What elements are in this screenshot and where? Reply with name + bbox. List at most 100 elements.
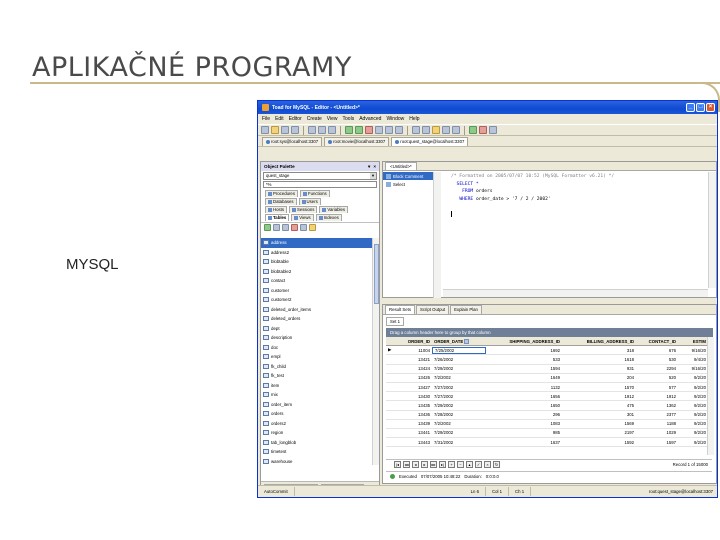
cell[interactable]: 1656: [486, 394, 562, 399]
table-item[interactable]: fk_test: [261, 371, 373, 381]
cell[interactable]: 9/2/20: [678, 385, 708, 390]
cell[interactable]: 9/2/20: [678, 412, 708, 417]
cell[interactable]: 475: [562, 403, 636, 408]
outline-item[interactable]: Block Comment: [383, 172, 440, 180]
tab-databases[interactable]: Databases: [265, 198, 297, 205]
cell[interactable]: 13439: [394, 421, 432, 426]
connection-tab[interactable]: root:movie@localhost:3307: [324, 137, 390, 146]
cell[interactable]: 7/2/2002: [432, 375, 486, 380]
cell[interactable]: 1637: [486, 440, 562, 445]
cell[interactable]: 11004: [394, 348, 432, 353]
cell[interactable]: 9/4/20: [678, 357, 708, 362]
menu-editor[interactable]: Editor: [289, 116, 302, 122]
cell[interactable]: 985: [486, 430, 562, 435]
tab-procedures[interactable]: Procedures: [265, 190, 298, 197]
cell[interactable]: 1912: [636, 394, 678, 399]
cell[interactable]: 1188: [636, 421, 678, 426]
format-icon[interactable]: [375, 126, 383, 134]
cell[interactable]: 2377: [636, 412, 678, 417]
table-item[interactable]: fk_child: [261, 362, 373, 372]
table-row[interactable]: 13427 7/27/2002 1132 1570 577 9/2/20: [386, 383, 708, 393]
table-row[interactable]: 13443 7/31/2002 1637 1592 1597 9/2/20: [386, 438, 708, 448]
tab-sessions[interactable]: Sessions: [288, 206, 318, 213]
outline-scrollbar[interactable]: [433, 172, 441, 298]
commit-icon[interactable]: [469, 126, 477, 134]
cell[interactable]: 204: [562, 375, 636, 380]
cell[interactable]: 1649: [486, 375, 562, 380]
column-header[interactable]: SHIPPING_ADDRESS_ID: [486, 339, 562, 344]
table-item[interactable]: customer: [261, 286, 373, 296]
cell[interactable]: 7/27/2002: [432, 385, 486, 390]
new-icon[interactable]: [261, 126, 269, 134]
tab-functions[interactable]: Functions: [299, 190, 330, 197]
refresh-icon[interactable]: ↻: [493, 461, 500, 468]
cell[interactable]: 520: [636, 375, 678, 380]
open-icon[interactable]: [271, 126, 279, 134]
cell[interactable]: 7/25/2002: [432, 346, 486, 354]
execute-icon[interactable]: [345, 126, 353, 134]
code-area[interactable]: /* Formatted on 2005/07/07 10:52 (MySQL …: [443, 173, 706, 297]
prev-record-icon[interactable]: ◂: [412, 461, 419, 468]
cell[interactable]: 9/16/20: [678, 366, 708, 371]
cell[interactable]: 2197: [562, 430, 636, 435]
cell[interactable]: 9/16/20: [678, 348, 708, 353]
column-header[interactable]: ORDER_DATE: [432, 338, 486, 344]
table-row[interactable]: ▶ 11004 7/25/2002 1692 318 676 9/16/20: [386, 346, 708, 356]
tab-indexes[interactable]: Indexes: [315, 214, 342, 221]
cell[interactable]: 13443: [394, 440, 432, 445]
table-row[interactable]: 13421 7/26/2002 533 1618 530 9/4/20: [386, 355, 708, 365]
grid-scrollbar[interactable]: [707, 337, 714, 455]
filter-icon[interactable]: [464, 338, 470, 344]
next-record-icon[interactable]: ▸: [421, 461, 428, 468]
tab-users[interactable]: Users: [298, 198, 321, 205]
menu-file[interactable]: File: [262, 116, 270, 122]
paste-icon[interactable]: [328, 126, 336, 134]
cell[interactable]: 7/31/2002: [432, 440, 486, 445]
scrollbar-thumb[interactable]: [374, 244, 379, 304]
cell[interactable]: 7/2/2002: [432, 421, 486, 426]
menu-create[interactable]: Create: [307, 116, 322, 122]
schema-select[interactable]: quest_stage ▾: [263, 172, 377, 180]
table-item[interactable]: doc: [261, 343, 373, 353]
tab-tables[interactable]: Tables: [265, 214, 290, 221]
table-item[interactable]: blobtable2: [261, 267, 373, 277]
cell[interactable]: 13436: [394, 412, 432, 417]
tab-explain-plan[interactable]: Explain Plan: [450, 305, 482, 314]
outline-item[interactable]: Select: [383, 180, 440, 188]
cell[interactable]: 318: [562, 348, 636, 353]
cell[interactable]: 13427: [394, 385, 432, 390]
cell[interactable]: 1132: [486, 385, 562, 390]
cell[interactable]: 1592: [562, 440, 636, 445]
table-item[interactable]: empl: [261, 352, 373, 362]
table-row[interactable]: 13426 7/2/2002 1649 204 520 9/2/20: [386, 374, 708, 383]
last-record-icon[interactable]: ▸|: [439, 461, 446, 468]
redo-icon[interactable]: [395, 126, 403, 134]
cell[interactable]: 296: [486, 412, 562, 417]
menu-edit[interactable]: Edit: [275, 116, 284, 122]
edit-record-icon[interactable]: ▴: [466, 461, 473, 468]
table-item[interactable]: dept: [261, 324, 373, 334]
table-item[interactable]: deleted_orders: [261, 314, 373, 324]
menu-view[interactable]: View: [327, 116, 338, 122]
cut-icon[interactable]: [308, 126, 316, 134]
edit-table-icon[interactable]: [282, 224, 289, 231]
table-item[interactable]: deleted_order_items: [261, 305, 373, 315]
cell[interactable]: 1569: [562, 421, 636, 426]
connection-tab[interactable]: root:sys@localhost:3307: [262, 137, 323, 146]
cell[interactable]: 533: [486, 357, 562, 362]
column-header[interactable]: ESTIM: [678, 339, 708, 344]
cell[interactable]: 1618: [562, 357, 636, 362]
table-item[interactable]: customer2: [261, 295, 373, 305]
cell[interactable]: 13424: [394, 366, 432, 371]
cell[interactable]: 1597: [636, 440, 678, 445]
autocommit-status[interactable]: AutoCommit: [258, 487, 295, 496]
table-item[interactable]: order_item: [261, 400, 373, 410]
tab-hosts[interactable]: Hosts: [265, 206, 287, 213]
column-header[interactable]: BILLING_ADDRESS_ID: [562, 339, 636, 344]
cell[interactable]: 1912: [562, 394, 636, 399]
table-item[interactable]: region: [261, 428, 373, 438]
cell[interactable]: 1570: [562, 385, 636, 390]
cell[interactable]: 7/26/2002: [432, 357, 486, 362]
cell[interactable]: 1594: [486, 366, 562, 371]
cell[interactable]: 13441: [394, 430, 432, 435]
